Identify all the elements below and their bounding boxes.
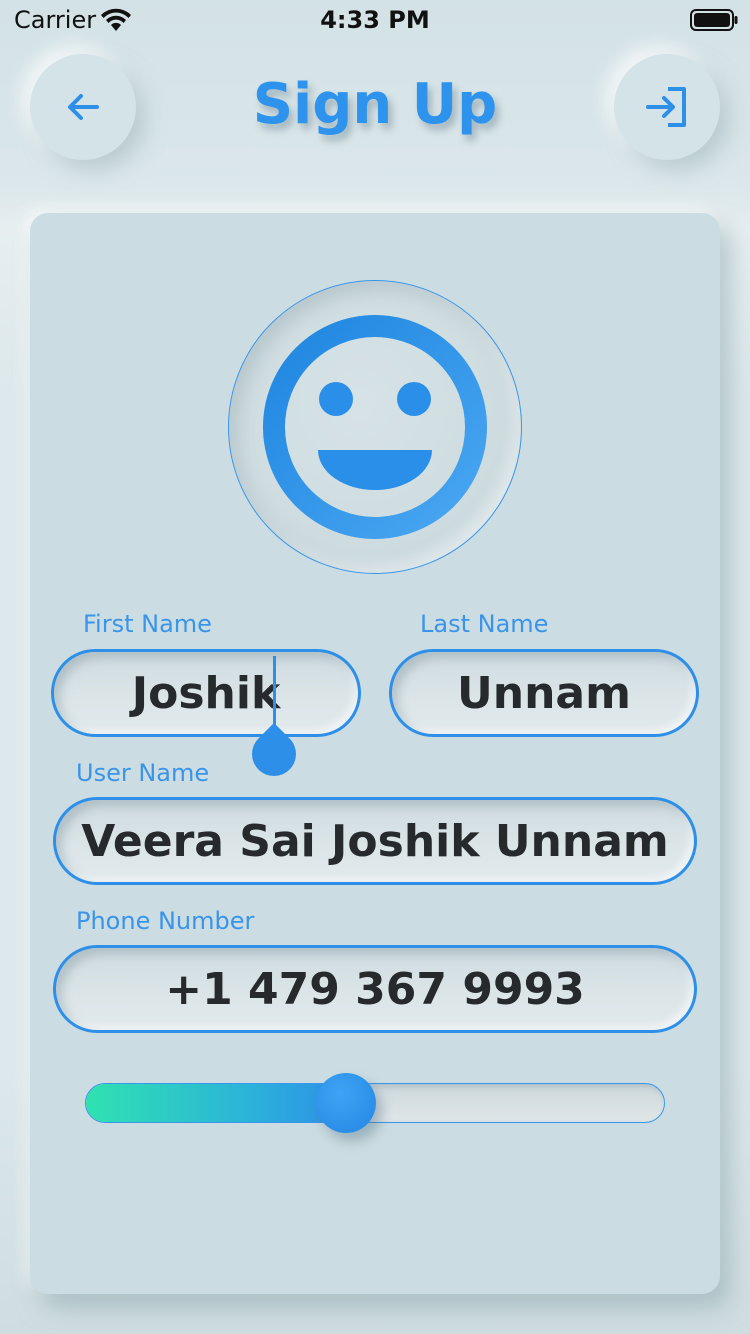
sign-in-icon [646, 87, 686, 127]
last-name-field[interactable]: Unnam [389, 649, 699, 737]
slider-thumb[interactable] [316, 1073, 376, 1133]
first-name-field[interactable]: Joshik [51, 649, 361, 737]
signup-card: First Name Last Name Joshik Unnam User N… [30, 213, 720, 1294]
sign-in-button[interactable] [614, 54, 720, 160]
user-name-value: Veera Sai Joshik Unnam [81, 815, 669, 867]
avatar[interactable] [228, 280, 522, 574]
last-name-value: Unnam [457, 667, 631, 719]
user-name-field[interactable]: Veera Sai Joshik Unnam [53, 797, 697, 885]
status-time: 4:33 PM [320, 6, 430, 34]
phone-number-value: +1 479 367 9993 [165, 963, 585, 1015]
first-name-value: Joshik [131, 667, 281, 719]
last-name-label: Last Name [420, 610, 549, 638]
phone-number-label: Phone Number [76, 907, 255, 935]
slider-fill [86, 1084, 347, 1122]
phone-number-field[interactable]: +1 479 367 9993 [53, 945, 697, 1033]
smiley-face-icon [263, 315, 487, 539]
status-bar: Carrier 4:33 PM [0, 0, 750, 40]
battery-icon [690, 9, 738, 31]
first-name-label: First Name [83, 610, 212, 638]
user-name-label: User Name [76, 759, 210, 787]
